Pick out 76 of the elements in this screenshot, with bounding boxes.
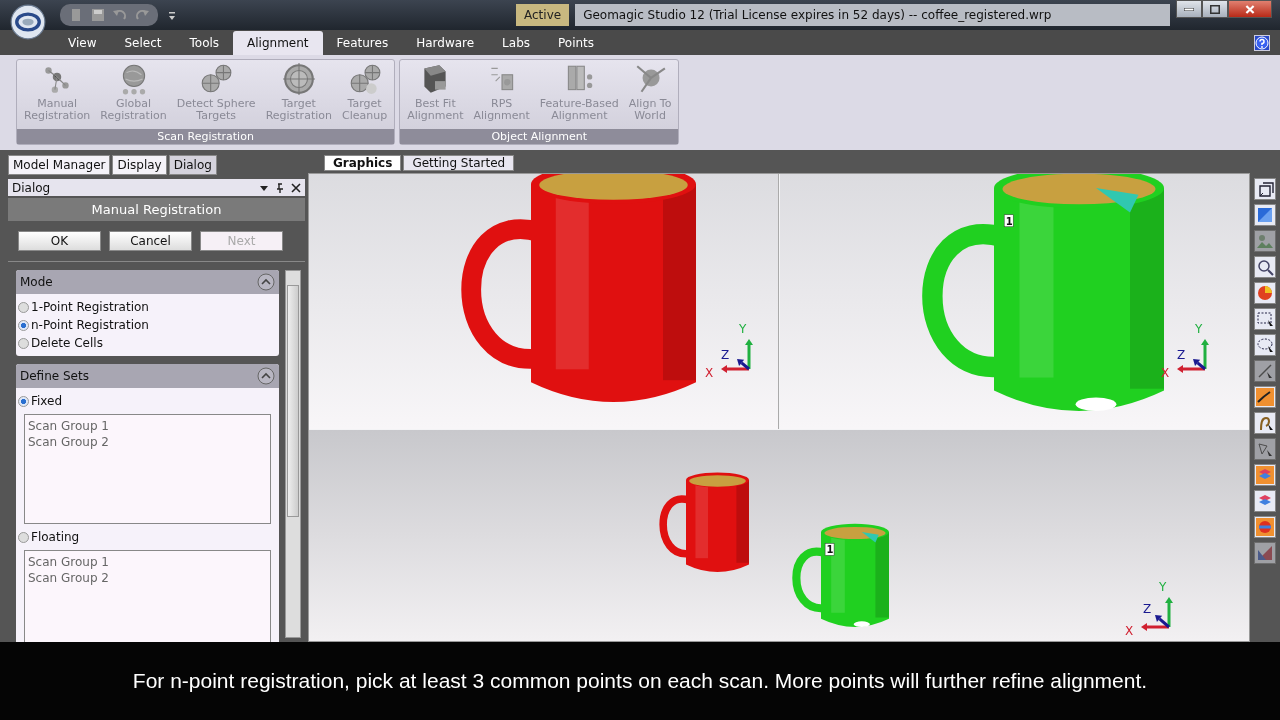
axis-label: X [1125,624,1134,638]
minimize-button[interactable] [1176,0,1202,18]
dialog-button[interactable]: Cancel [109,231,192,251]
point-marker: 1 [824,543,835,556]
scrollbar[interactable] [285,270,301,638]
collapse-icon[interactable] [257,273,275,291]
selection-icon [1256,310,1274,328]
cube-icon [1256,180,1274,198]
radio-option[interactable]: Delete Cells [18,334,277,352]
close-icon [291,182,301,193]
minimize-icon [1184,7,1194,11]
lasso-icon [1256,336,1274,354]
toolbar-button[interactable] [1254,178,1276,200]
document-tab[interactable]: Graphics [324,155,402,171]
toolbar-button[interactable] [1254,386,1276,408]
axis-label: Z [721,348,730,362]
landscape-icon [1256,232,1274,250]
ribbon-tab[interactable]: Points [544,31,609,55]
axis-label: Z [1176,348,1185,362]
close-icon [1245,4,1255,14]
ribbon-tab[interactable]: Features [322,31,403,55]
panel-tab[interactable]: Display [112,155,167,175]
panel-tab[interactable]: Model Manager [8,155,111,175]
sphere-icon [1256,518,1274,536]
list-box[interactable]: Scan Group 1 Scan Group 2 [24,414,271,524]
pin-icon [275,182,285,193]
close-button[interactable] [1228,0,1272,18]
axis-label: Y [1159,580,1167,594]
section-title: Define Sets [20,369,89,383]
radio-option[interactable]: 1-Point Registration [18,298,277,316]
radio-option[interactable]: Floating [18,528,277,546]
radio-option[interactable]: n-Point Registration [18,316,277,334]
panel-header: Dialog [12,180,52,195]
ribbon-tab[interactable]: Hardware [402,31,489,55]
ribbon-tab[interactable]: View [54,31,111,55]
status-label: Active [516,4,570,26]
group-label: Object Alignment [400,129,679,144]
scroll-thumb[interactable] [287,285,299,517]
dialog-title: Manual Registration [8,198,305,221]
panel-tab[interactable]: Dialog [168,155,217,175]
target-icon [281,62,316,96]
axis-label: Y [1194,322,1202,336]
ribbon-tab[interactable]: Tools [175,31,234,55]
gradient-icon [1256,544,1274,562]
axis-label: X [705,366,714,380]
group-label: Scan Registration [17,129,395,144]
section-title: Mode [20,275,53,289]
axis-label: Z [1143,602,1152,616]
maximize-icon [1210,4,1220,14]
point-marker: 1 [1003,214,1013,227]
list-box[interactable]: Scan Group 1 Scan Group 2 [24,550,271,642]
square-icon [1256,206,1274,224]
brush-icon [1256,388,1274,406]
axis-label: Y [739,322,747,336]
collapse-icon[interactable] [257,367,275,385]
toolbar-button[interactable] [1254,256,1276,278]
dialog-button[interactable]: OK [18,231,101,251]
zoom-icon [1256,258,1274,276]
maximize-button[interactable] [1202,0,1228,18]
ribbon-tab[interactable]: Alignment [233,31,323,55]
list-item[interactable]: Scan Group 1 [28,554,267,570]
list-item[interactable]: Scan Group 2 [28,434,267,450]
polygon-icon [1256,440,1274,458]
pie-icon [1256,284,1274,302]
help-icon [1254,34,1270,51]
list-item[interactable]: Scan Group 1 [28,418,267,434]
window-title: Geomagic Studio 12 (Trial License expires in 52 days) -- coffee_registered.wrp [575,4,1170,26]
caption-text: For n-point registration, pick at least 3 common points on each scan. More points will further refine alignment. [0,642,1280,720]
document-tab[interactable]: Getting Started [403,155,515,171]
line-icon [1256,362,1274,380]
ribbon-tab[interactable]: Select [110,31,176,55]
ribbon-tab[interactable]: Labs [488,31,545,55]
radio-option[interactable]: Fixed [18,392,277,410]
save-icon [90,7,106,23]
list-item[interactable]: Scan Group 2 [28,570,267,586]
layers-icon [1256,466,1274,484]
